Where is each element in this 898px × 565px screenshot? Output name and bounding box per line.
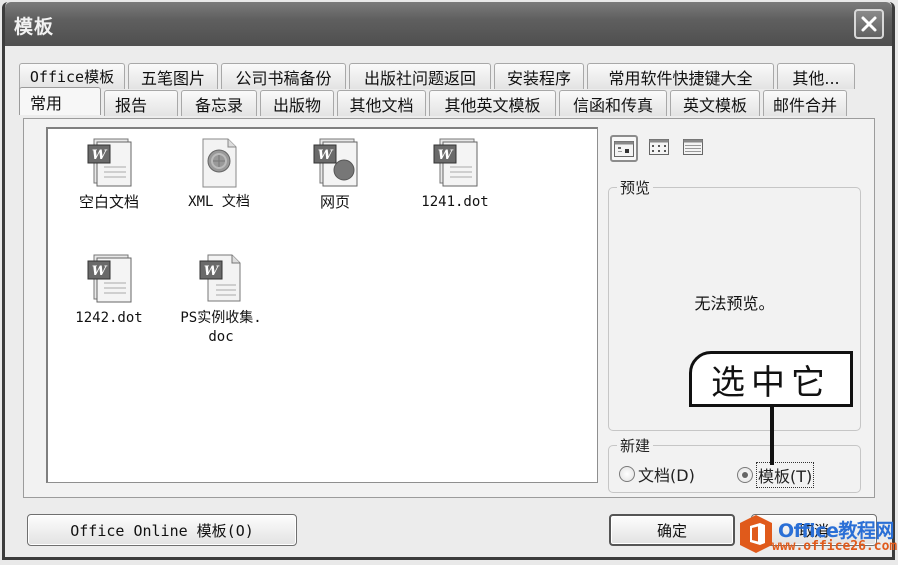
title-bar[interactable]: 模板 <box>5 2 892 46</box>
xml-document-icon <box>194 137 244 189</box>
word-template-icon: W <box>430 137 480 189</box>
ok-button[interactable]: 确定 <box>609 514 735 546</box>
close-icon <box>861 16 877 32</box>
tab-reports[interactable]: 报告 <box>104 90 178 116</box>
tab-shortcut-keys[interactable]: 常用软件快捷键大全 <box>587 63 774 89</box>
tab-office-templates[interactable]: Office模板 <box>19 63 125 89</box>
view-mode-buttons <box>610 135 706 162</box>
template-label: XML 文档 <box>188 194 250 210</box>
list-view-button[interactable] <box>646 135 672 159</box>
templates-dialog: 模板 Office模板 五笔图片 公司书稿备份 出版社问题返回 安装程序 常用软… <box>2 2 895 560</box>
tab-install-programs[interactable]: 安装程序 <box>494 63 584 89</box>
template-list[interactable]: W 空白文档 XML 文档 W 网页 W 1241.dot W 1242.dot… <box>46 127 598 483</box>
word-document-icon: W <box>84 137 134 189</box>
template-item-1242-dot[interactable]: W 1242.dot <box>54 253 164 328</box>
radio-document-label: 文档(D) <box>638 466 695 485</box>
large-icons-icon <box>614 140 634 157</box>
template-label-line1: PS实例收集. <box>180 310 262 326</box>
annotation-pointer-line <box>770 405 774 465</box>
annotation-callout: 选中它 <box>689 351 853 407</box>
watermark-url: www.office26.com <box>772 539 898 554</box>
list-icon <box>649 139 669 155</box>
radio-template[interactable]: 模板(T) <box>737 462 815 488</box>
office-online-templates-button[interactable]: Office Online 模板(O) <box>27 514 297 546</box>
template-label: 空白文档 <box>78 193 139 211</box>
svg-text:W: W <box>204 264 220 279</box>
template-item-blank-document[interactable]: W 空白文档 <box>54 137 164 212</box>
tab-row-back: Office模板 五笔图片 公司书稿备份 出版社问题返回 安装程序 常用软件快捷… <box>19 63 858 89</box>
tab-other-more[interactable]: 其他... <box>777 63 855 89</box>
tab-other-documents[interactable]: 其他文档 <box>337 90 426 116</box>
tab-english-templates[interactable]: 英文模板 <box>670 90 760 116</box>
close-button[interactable] <box>854 9 884 39</box>
create-new-legend: 新建 <box>617 435 654 456</box>
tab-mail-merge[interactable]: 邮件合并 <box>763 90 847 116</box>
template-label: 1241.dot <box>421 194 489 210</box>
template-item-xml-document[interactable]: XML 文档 <box>164 137 274 212</box>
site-watermark: Office教程网 www.office26.com <box>738 514 898 560</box>
office-logo-icon <box>740 515 772 553</box>
word-doc-file-icon: W <box>196 253 246 305</box>
dialog-title: 模板 <box>14 16 55 38</box>
svg-text:W: W <box>92 264 108 279</box>
tab-publications[interactable]: 出版物 <box>260 90 334 116</box>
radio-circle-checked[interactable] <box>737 467 753 483</box>
radio-template-label: 模板(T) <box>756 462 815 488</box>
tab-wubi-images[interactable]: 五笔图片 <box>128 63 218 89</box>
tab-other-english-templates[interactable]: 其他英文模板 <box>429 90 556 116</box>
word-template-icon: W <box>84 253 134 305</box>
tab-memos[interactable]: 备忘录 <box>181 90 257 116</box>
radio-document[interactable]: 文档(D) <box>619 462 695 486</box>
preview-legend: 预览 <box>617 177 654 198</box>
tab-publisher-returns[interactable]: 出版社问题返回 <box>349 63 491 89</box>
tab-common[interactable]: 常用 <box>19 87 101 115</box>
template-label-line2: doc <box>208 329 234 345</box>
create-new-group: 新建 文档(D) 模板(T) <box>608 435 861 493</box>
details-view-button[interactable] <box>680 135 706 159</box>
web-page-icon: W <box>310 137 360 189</box>
large-icons-view-button[interactable] <box>610 135 638 162</box>
template-label: 1242.dot <box>75 310 143 326</box>
tab-company-manuscripts[interactable]: 公司书稿备份 <box>221 63 346 89</box>
tab-row-front: 常用 报告 备忘录 出版物 其他文档 其他英文模板 信函和传真 英文模板 邮件合… <box>19 87 850 116</box>
radio-circle-unchecked[interactable] <box>619 466 635 482</box>
tab-letters-faxes[interactable]: 信函和传真 <box>559 90 667 116</box>
template-label: 网页 <box>319 193 350 211</box>
svg-text:W: W <box>318 148 334 163</box>
svg-text:W: W <box>438 148 454 163</box>
template-item-ps-examples-doc[interactable]: W PS实例收集. doc <box>166 253 276 347</box>
details-icon <box>683 139 703 155</box>
template-item-1241-dot[interactable]: W 1241.dot <box>400 137 510 212</box>
svg-text:W: W <box>92 148 108 163</box>
template-label: PS实例收集. doc <box>166 309 276 347</box>
template-item-web-page[interactable]: W 网页 <box>280 137 390 212</box>
tab-panel-common: W 空白文档 XML 文档 W 网页 W 1241.dot W 1242.dot… <box>23 118 875 498</box>
preview-message: 无法预览。 <box>694 294 775 313</box>
